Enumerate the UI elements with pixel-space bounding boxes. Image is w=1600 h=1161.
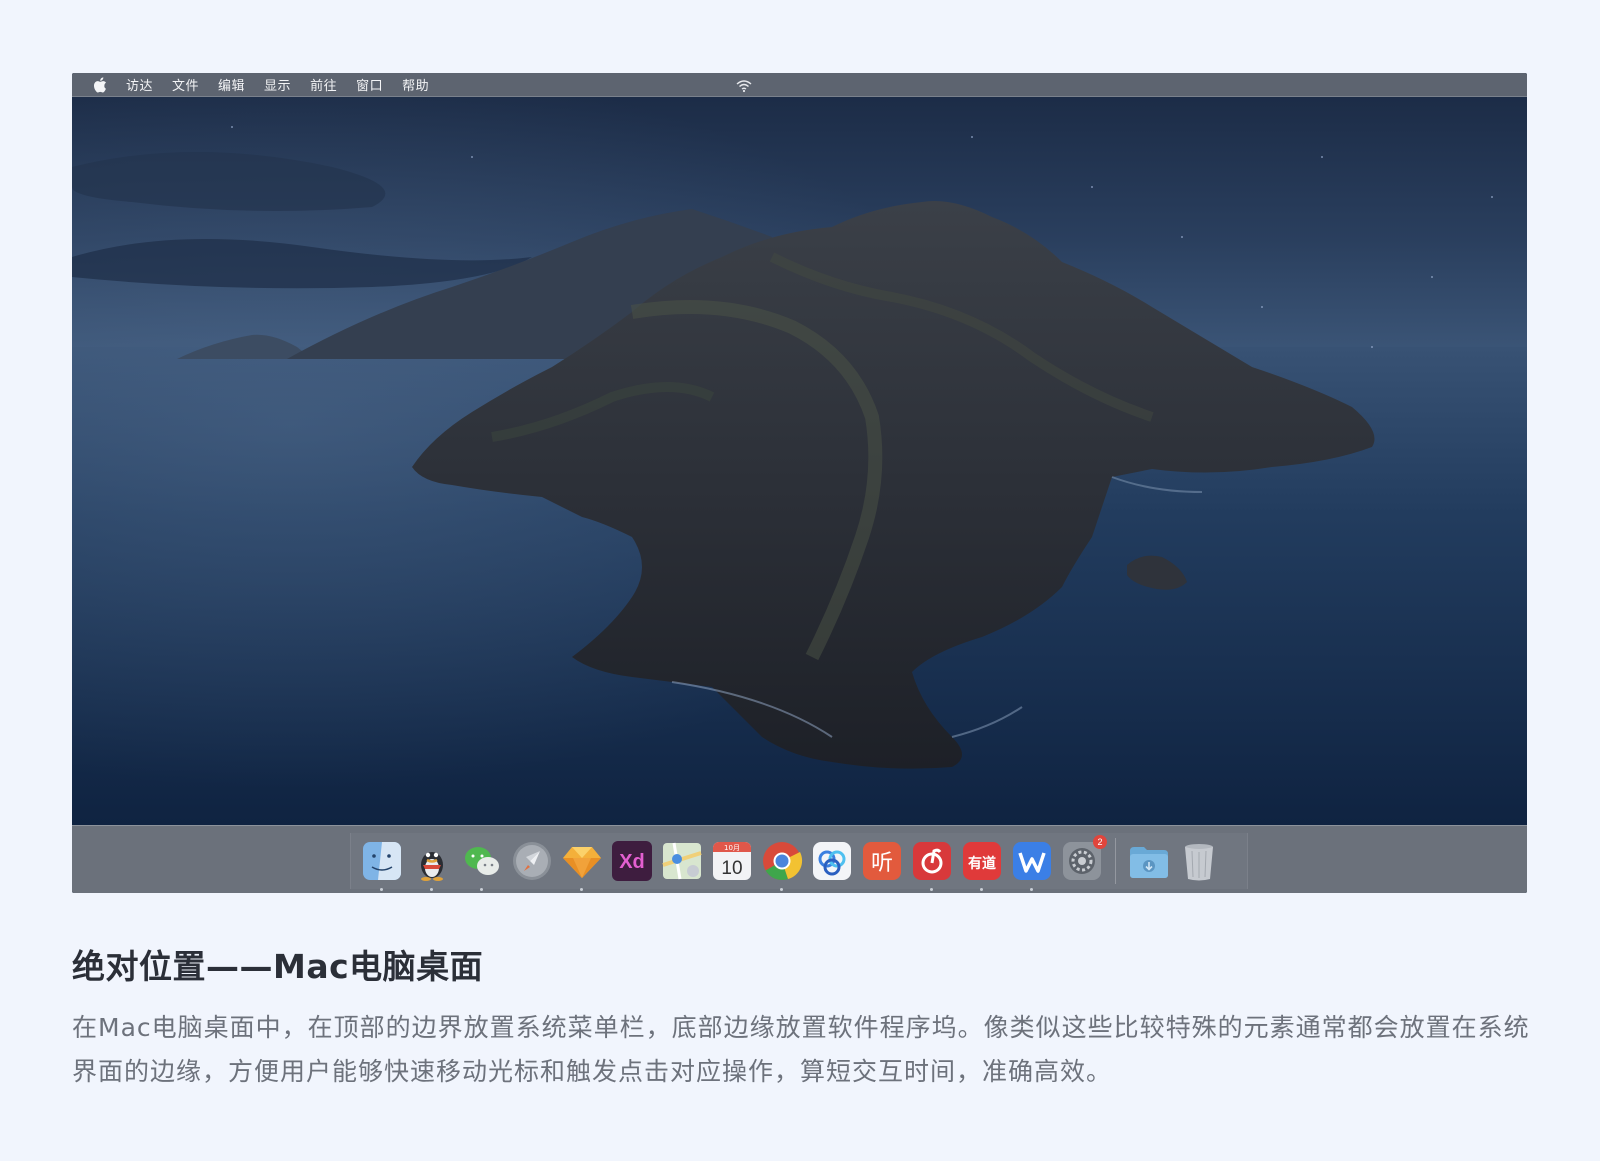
- menu-item-help[interactable]: 帮助: [402, 75, 429, 94]
- netease-music-icon[interactable]: [910, 839, 954, 891]
- xd-label: Xd: [619, 851, 645, 873]
- apple-icon[interactable]: [92, 76, 108, 93]
- dock: Xd 10月 10 听 有道 2: [350, 833, 1248, 891]
- running-indicator: [430, 888, 433, 891]
- menu-item-finder[interactable]: 访达: [126, 75, 153, 94]
- calendar-icon[interactable]: 10月 10: [710, 839, 754, 883]
- running-indicator: [380, 888, 383, 891]
- calendar-day: 10: [721, 858, 742, 879]
- running-indicator: [480, 888, 483, 891]
- running-indicator: [930, 888, 933, 891]
- desktop-wallpaper: [72, 97, 1527, 825]
- youdao-icon[interactable]: 有道: [960, 839, 1004, 891]
- ting-icon[interactable]: 听: [860, 839, 904, 883]
- caption-body: 在Mac电脑桌面中，在顶部的边界放置系统菜单栏，底部边缘放置软件程序坞。像类似这…: [72, 1013, 1530, 1086]
- caption-title: 绝对位置——Mac电脑桌面: [72, 947, 484, 986]
- menu-item-edit[interactable]: 编辑: [218, 75, 245, 94]
- downloads-folder-icon[interactable]: [1127, 839, 1171, 883]
- system-preferences-icon[interactable]: 2: [1060, 835, 1107, 883]
- chrome-icon[interactable]: [760, 839, 804, 891]
- youdao-label: 有道: [968, 855, 996, 872]
- notification-badge: 2: [1093, 835, 1107, 849]
- xd-icon[interactable]: Xd: [610, 839, 654, 883]
- launchpad-icon[interactable]: [510, 839, 554, 883]
- wps-icon[interactable]: [1010, 839, 1054, 891]
- wechat-icon[interactable]: [460, 839, 504, 891]
- dock-separator: [1115, 838, 1116, 884]
- running-indicator: [980, 888, 983, 891]
- ting-label: 听: [871, 851, 893, 876]
- calendar-month: 10月: [724, 844, 740, 852]
- dock-bar: Xd 10月 10 听 有道 2: [72, 825, 1527, 893]
- wifi-icon[interactable]: [736, 78, 752, 93]
- running-indicator: [580, 888, 583, 891]
- menu-item-view[interactable]: 显示: [264, 75, 291, 94]
- menu-item-window[interactable]: 窗口: [356, 75, 383, 94]
- finder-icon[interactable]: [360, 839, 404, 891]
- baidu-netdisk-icon[interactable]: [810, 839, 854, 883]
- mac-screenshot: 访达 文件 编辑 显示 前往 窗口 帮助 Xd 10月 10 听 有道 2: [72, 73, 1527, 893]
- menu-bar: 访达 文件 编辑 显示 前往 窗口 帮助: [72, 73, 1527, 97]
- running-indicator: [1030, 888, 1033, 891]
- trash-icon[interactable]: [1177, 839, 1221, 883]
- running-indicator: [780, 888, 783, 891]
- qq-icon[interactable]: [410, 839, 454, 891]
- menu-item-file[interactable]: 文件: [172, 75, 199, 94]
- sketch-icon[interactable]: [560, 839, 604, 891]
- menu-item-go[interactable]: 前往: [310, 75, 337, 94]
- maps-icon[interactable]: [660, 839, 704, 883]
